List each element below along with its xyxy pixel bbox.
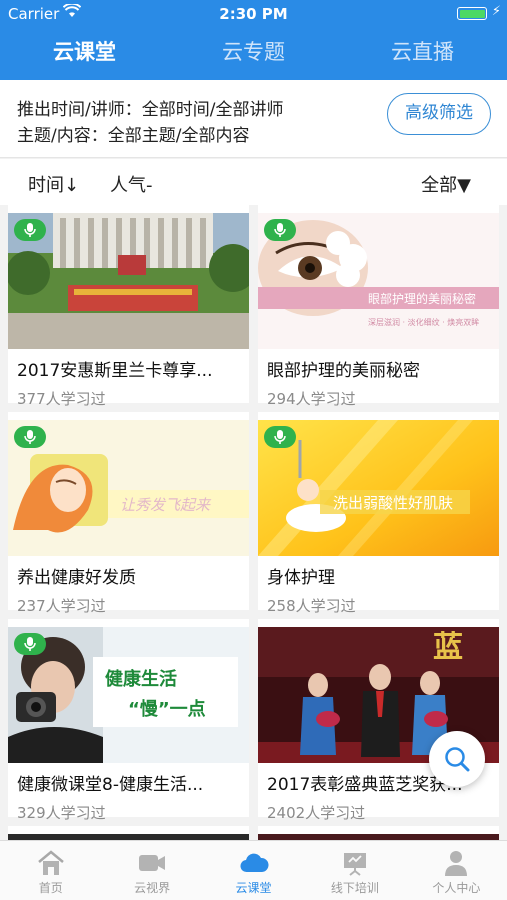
category-dropdown[interactable]: 全部▼ xyxy=(421,171,471,197)
audio-badge xyxy=(264,219,296,241)
nav-label: 首页 xyxy=(38,881,63,895)
sort-by-time[interactable]: 时间↓ xyxy=(28,171,79,197)
user-icon xyxy=(445,851,468,876)
course-thumbnail: 健康生活 “慢”一点 xyxy=(8,627,249,763)
nav-label: 云课堂 xyxy=(235,881,272,895)
course-title: 身体护理 xyxy=(267,568,335,588)
course-title: 眼部护理的美丽秘密 xyxy=(267,361,420,381)
status-bar: Carrier 2:30 PM ⚡ xyxy=(0,0,507,28)
microphone-icon xyxy=(24,637,36,651)
nav-profile[interactable]: 个人中心 xyxy=(406,841,507,900)
advanced-filter-button[interactable]: 高级筛选 xyxy=(387,93,491,135)
tab-cloud-live[interactable]: 云直播 xyxy=(338,28,507,80)
sort-bar: 时间↓ 人气- 全部▼ xyxy=(0,159,507,205)
course-grid: 2017安惠斯里兰卡尊享... 377人学习过 眼部护理的美丽秘密 深层滋润 ·… xyxy=(0,205,507,840)
nav-label: 个人中心 xyxy=(432,881,481,895)
nav-offline-training[interactable]: 线下培训 xyxy=(304,841,405,900)
course-title: 养出健康好发质 xyxy=(17,568,136,588)
course-card[interactable]: 洗出弱酸性好肌肤 身体护理 258人学习过 xyxy=(258,412,499,615)
course-card[interactable] xyxy=(8,826,249,840)
course-card[interactable]: 2017安惠斯里兰卡尊享... 377人学习过 xyxy=(8,205,249,408)
audio-badge xyxy=(264,426,296,448)
audio-badge xyxy=(14,633,46,655)
microphone-icon xyxy=(274,430,286,444)
battery-icon xyxy=(457,7,487,20)
course-learner-count: 377人学习过 xyxy=(17,390,106,408)
thumb-caption-line1: 健康生活 xyxy=(105,668,177,690)
course-learner-count: 258人学习过 xyxy=(267,597,356,615)
audio-badge xyxy=(14,426,46,448)
presentation-board-icon xyxy=(343,853,366,876)
charging-icon: ⚡ xyxy=(491,4,501,19)
thumb-caption: 眼部护理的美丽秘密 xyxy=(368,291,476,306)
nav-home[interactable]: 首页 xyxy=(0,841,101,900)
course-thumbnail: 让秀发飞起来 xyxy=(8,420,249,556)
nav-cloud-vision[interactable]: 云视界 xyxy=(101,841,202,900)
thumb-caption: 洗出弱酸性好肌肤 xyxy=(333,494,453,512)
filter-summary: 推出时间/讲师：全部时间/全部讲师 主题/内容：全部主题/全部内容 高级筛选 xyxy=(0,80,507,158)
search-icon xyxy=(445,747,470,772)
course-title: 2017安惠斯里兰卡尊享... xyxy=(17,361,213,381)
video-camera-icon xyxy=(139,855,166,871)
course-learner-count: 237人学习过 xyxy=(17,597,106,615)
course-thumbnail: 眼部护理的美丽秘密 深层滋润 · 淡化细纹 · 焕亮双眸 xyxy=(258,213,499,349)
tab-cloud-topic[interactable]: 云专题 xyxy=(169,28,338,80)
course-thumbnail: 洗出弱酸性好肌肤 xyxy=(258,420,499,556)
thumb-subcaption: 深层滋润 · 淡化细纹 · 焕亮双眸 xyxy=(368,317,479,327)
nav-label: 线下培训 xyxy=(330,881,379,895)
microphone-icon xyxy=(274,223,286,237)
sort-by-popularity[interactable]: 人气- xyxy=(110,171,153,197)
course-card[interactable]: 蓝 2017表彰盛典蓝芝奖获... 2402人学习过 xyxy=(258,619,499,822)
course-learner-count: 2402人学习过 xyxy=(267,804,366,822)
course-thumbnail xyxy=(8,213,249,349)
filter-topic-content: 主题/内容：全部主题/全部内容 xyxy=(17,126,250,146)
thumb-caption: 蓝 xyxy=(433,630,463,665)
microphone-icon xyxy=(24,223,36,237)
course-title: 健康微课堂8-健康生活... xyxy=(17,775,204,795)
microphone-icon xyxy=(24,430,36,444)
course-card[interactable]: 眼部护理的美丽秘密 深层滋润 · 淡化细纹 · 焕亮双眸 眼部护理的美丽秘密 2… xyxy=(258,205,499,408)
bottom-tab-bar: 首页 云视界 云课堂 线下培训 个人中心 xyxy=(0,840,507,900)
audio-badge xyxy=(14,219,46,241)
thumb-caption: 让秀发飞起来 xyxy=(120,496,212,514)
course-card[interactable] xyxy=(258,826,499,840)
nav-cloud-class[interactable]: 云课堂 xyxy=(203,841,304,900)
thumb-caption-line2: “慢”一点 xyxy=(128,698,206,720)
course-card[interactable]: 健康生活 “慢”一点 健康微课堂8-健康生活... 329人学习过 xyxy=(8,619,249,822)
home-icon xyxy=(37,850,64,875)
nav-label: 云视界 xyxy=(134,881,171,895)
course-card[interactable]: 让秀发飞起来 养出健康好发质 237人学习过 xyxy=(8,412,249,615)
course-learner-count: 294人学习过 xyxy=(267,390,356,408)
tab-cloud-class[interactable]: 云课堂 xyxy=(0,28,169,80)
filter-time-lecturer: 推出时间/讲师：全部时间/全部讲师 xyxy=(17,100,284,120)
status-time: 2:30 PM xyxy=(219,5,288,23)
course-learner-count: 329人学习过 xyxy=(17,804,106,822)
search-button[interactable] xyxy=(429,731,485,787)
cloud-icon xyxy=(239,853,269,873)
top-tab-bar: 云课堂 云专题 云直播 xyxy=(0,28,507,80)
